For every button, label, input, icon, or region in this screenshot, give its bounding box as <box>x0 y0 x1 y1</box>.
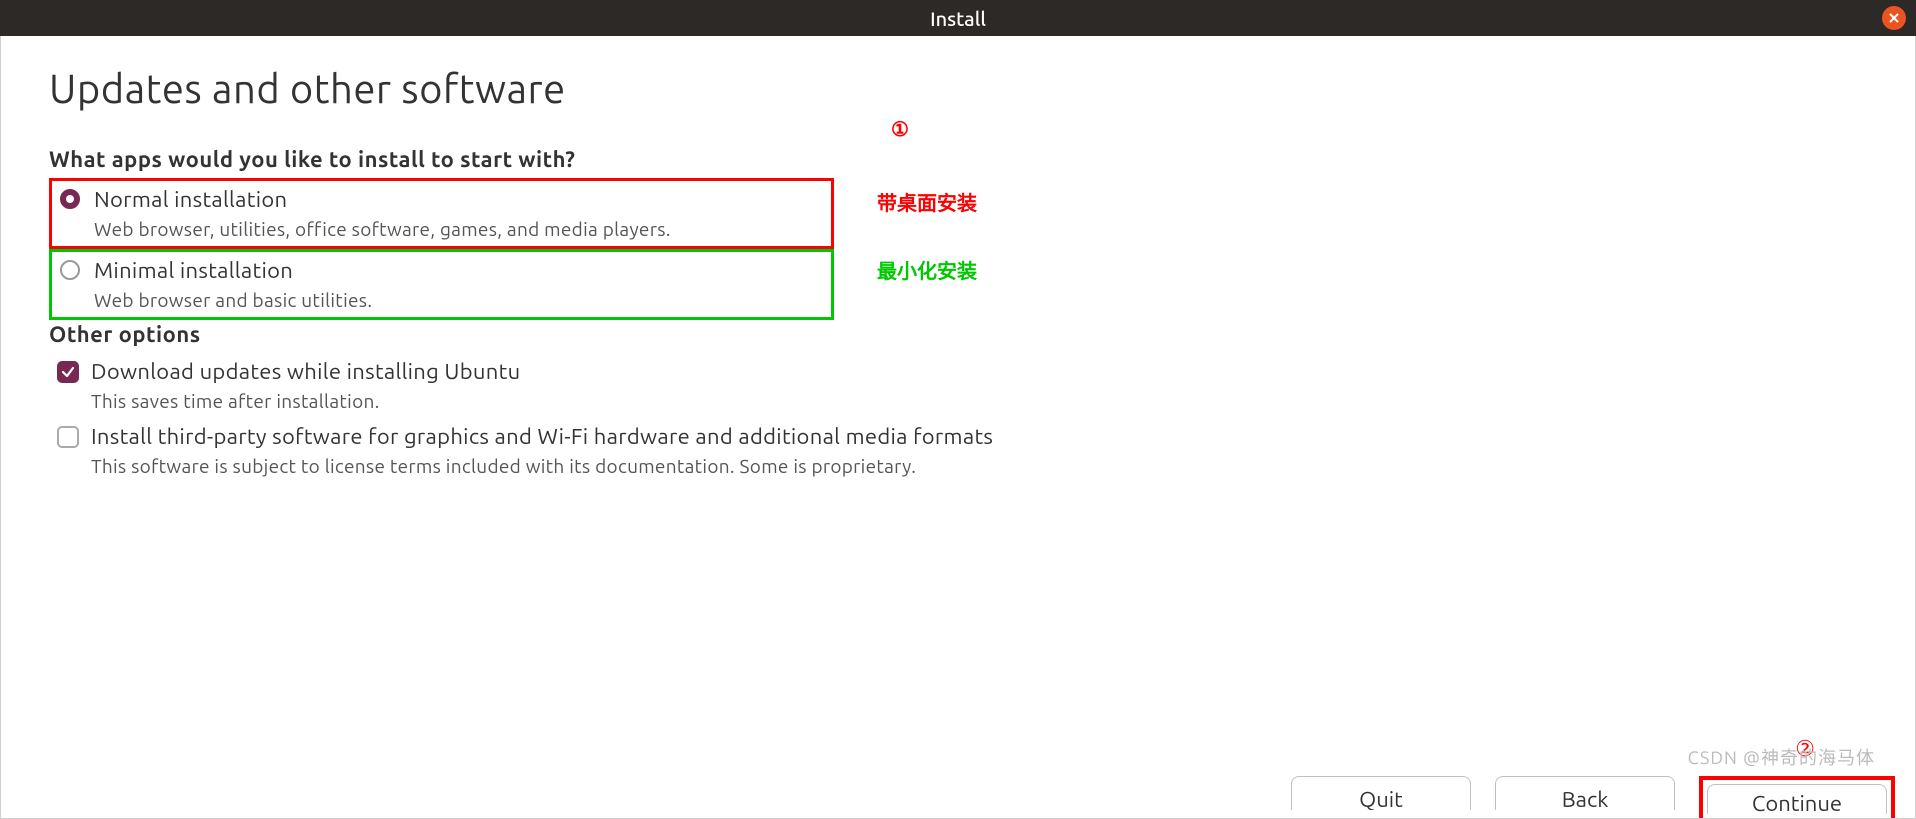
minimal-install-option[interactable]: Minimal installation Web browser and bas… <box>49 249 834 320</box>
download-updates-desc: This saves time after installation. <box>91 390 520 412</box>
annotation-circle-1: ① <box>891 117 909 141</box>
apps-heading: What apps would you like to install to s… <box>49 147 1867 172</box>
minimal-install-label: Minimal installation <box>94 258 372 283</box>
minimal-install-radio[interactable] <box>60 260 80 280</box>
continue-highlight-box: Continue <box>1699 776 1895 818</box>
normal-install-desc: Web browser, utilities, office software,… <box>94 218 671 240</box>
download-updates-option[interactable]: Download updates while installing Ubuntu… <box>49 353 1867 418</box>
minimal-install-text: Minimal installation Web browser and bas… <box>94 258 372 311</box>
options-area: What apps would you like to install to s… <box>49 147 1867 483</box>
checkmark-icon <box>61 365 75 379</box>
normal-install-text: Normal installation Web browser, utiliti… <box>94 187 671 240</box>
download-updates-checkbox[interactable] <box>57 361 79 383</box>
content-area: Updates and other software What apps wou… <box>0 36 1916 819</box>
normal-install-radio[interactable] <box>60 189 80 209</box>
back-button[interactable]: Back <box>1495 776 1675 810</box>
close-icon <box>1888 12 1900 24</box>
download-updates-text: Download updates while installing Ubuntu… <box>91 359 520 412</box>
window-title: Install <box>930 7 986 30</box>
thirdparty-checkbox[interactable] <box>57 426 79 448</box>
normal-install-label: Normal installation <box>94 187 671 212</box>
page-title: Updates and other software <box>49 66 1867 111</box>
minimal-install-desc: Web browser and basic utilities. <box>94 289 372 311</box>
footer-buttons: Quit Back Continue <box>1 776 1915 818</box>
annotation-normal-note: 带桌面安装 <box>877 187 977 216</box>
thirdparty-text: Install third-party software for graphic… <box>91 424 993 477</box>
normal-install-option[interactable]: Normal installation Web browser, utiliti… <box>49 178 834 249</box>
other-options-heading: Other options <box>49 322 1867 347</box>
thirdparty-option[interactable]: Install third-party software for graphic… <box>49 418 1867 483</box>
continue-button[interactable]: Continue <box>1707 784 1887 814</box>
watermark: CSDN @神奇的海马体 <box>1688 744 1875 770</box>
titlebar: Install <box>0 0 1916 36</box>
quit-button[interactable]: Quit <box>1291 776 1471 810</box>
annotation-minimal-note: 最小化安装 <box>877 255 977 284</box>
thirdparty-label: Install third-party software for graphic… <box>91 424 993 449</box>
download-updates-label: Download updates while installing Ubuntu <box>91 359 520 384</box>
close-button[interactable] <box>1882 6 1906 30</box>
thirdparty-desc: This software is subject to license term… <box>91 455 993 477</box>
